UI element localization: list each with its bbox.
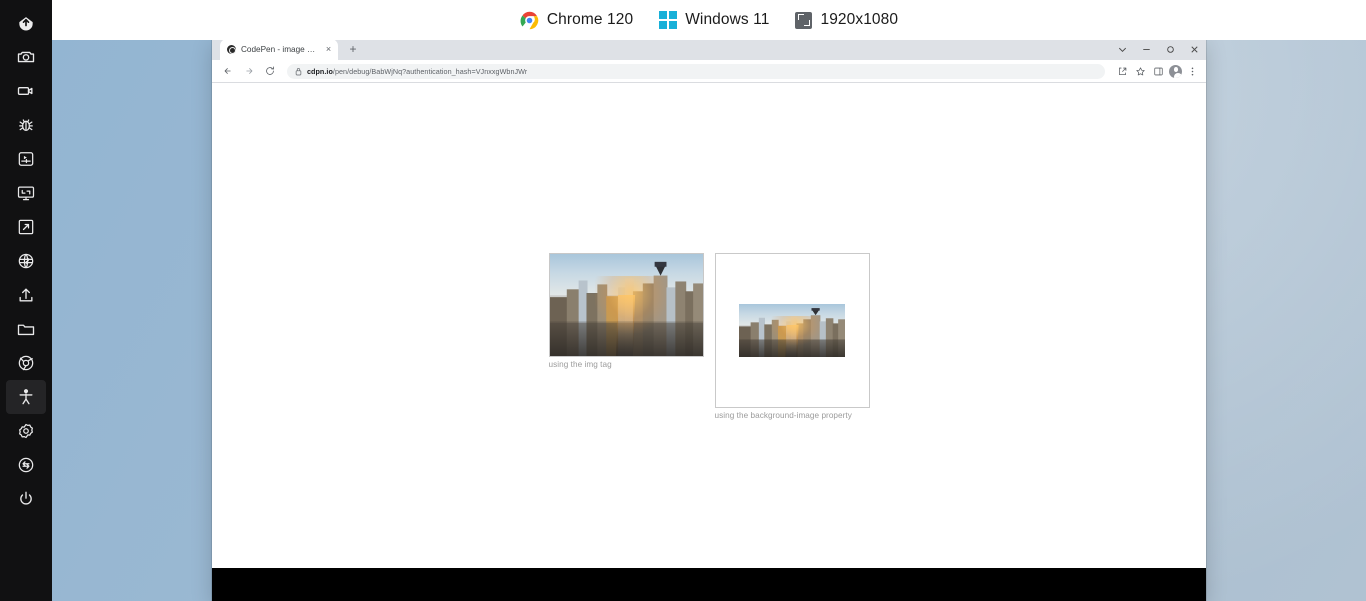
bug-icon[interactable] [6, 108, 46, 142]
chrome-browser-window: CodePen - image container × + [212, 38, 1206, 601]
figure-row: using the img tag [549, 253, 870, 420]
folder-icon[interactable] [6, 312, 46, 346]
lock-icon [295, 67, 302, 76]
bookmark-star-icon[interactable] [1133, 64, 1148, 79]
windows-icon [659, 11, 677, 29]
reload-icon[interactable] [262, 63, 278, 79]
media-controls-icon[interactable] [6, 142, 46, 176]
profile-avatar-icon[interactable] [1169, 65, 1182, 78]
env-chrome-label: Chrome 120 [547, 11, 633, 29]
codepen-icon [227, 45, 236, 54]
forward-icon[interactable] [241, 63, 257, 79]
chevron-down-icon[interactable] [1110, 38, 1134, 60]
env-resolution: 1920x1080 [795, 11, 898, 29]
photo-foreground [739, 339, 845, 357]
toolbar-right-icons [1115, 64, 1200, 79]
screen-root: Chrome 120 Windows 11 1920x1080 CodePen … [0, 0, 1366, 601]
bottom-black-bar [212, 568, 1206, 601]
environment-infobar: Chrome 120 Windows 11 1920x1080 [52, 0, 1366, 40]
tab-close-icon[interactable]: × [323, 44, 334, 55]
background-image-figure: using the background-image property [715, 253, 870, 420]
city-photo-background [739, 304, 845, 357]
background-image-caption: using the background-image property [715, 411, 870, 420]
url-path: /pen/debug/BabWjNq?authentication_hash=V… [333, 67, 527, 76]
accessibility-icon[interactable] [6, 380, 46, 414]
env-os-version: Windows 11 [659, 11, 769, 29]
power-icon[interactable] [6, 482, 46, 516]
camera-icon[interactable] [6, 40, 46, 74]
img-tag-figure: using the img tag [549, 253, 704, 369]
img-tag-caption: using the img tag [549, 360, 704, 369]
address-bar-url: cdpn.io/pen/debug/BabWjNq?authentication… [307, 67, 527, 76]
tab-title: CodePen - image container [241, 45, 318, 54]
logo-icon[interactable] [6, 6, 46, 40]
activity-sidebar [0, 0, 52, 601]
side-panel-icon[interactable] [1151, 64, 1166, 79]
upload-icon[interactable] [6, 278, 46, 312]
gear-icon[interactable] [6, 414, 46, 448]
browser-toolbar: cdpn.io/pen/debug/BabWjNq?authentication… [212, 60, 1206, 83]
back-icon[interactable] [220, 63, 236, 79]
chrome-icon [520, 11, 539, 30]
maximize-icon[interactable] [1158, 38, 1182, 60]
three-dot-menu-icon[interactable] [1185, 64, 1200, 79]
page-viewport: using the img tag [212, 83, 1206, 568]
url-domain: cdpn.io [307, 67, 333, 76]
address-bar[interactable]: cdpn.io/pen/debug/BabWjNq?authentication… [287, 64, 1105, 79]
new-tab-button[interactable]: + [343, 39, 363, 59]
chrome-icon[interactable] [6, 346, 46, 380]
codepen-demo-content: using the img tag [212, 83, 1206, 568]
sync-icon[interactable] [6, 448, 46, 482]
monitor-icon[interactable] [6, 176, 46, 210]
minimize-icon[interactable] [1134, 38, 1158, 60]
browser-tab-codepen[interactable]: CodePen - image container × [220, 39, 338, 60]
photo-foreground [550, 321, 703, 356]
env-chrome-version: Chrome 120 [520, 11, 633, 30]
env-os-label: Windows 11 [685, 11, 769, 29]
env-resolution-label: 1920x1080 [820, 11, 898, 29]
city-photo-img-tag [549, 253, 704, 357]
expand-icon[interactable] [6, 210, 46, 244]
globe-icon[interactable] [6, 244, 46, 278]
close-icon[interactable] [1182, 38, 1206, 60]
video-camera-icon[interactable] [6, 74, 46, 108]
resolution-icon [795, 12, 812, 29]
share-icon[interactable] [1115, 64, 1130, 79]
window-controls [1110, 38, 1206, 60]
tab-strip: CodePen - image container × + [212, 38, 1206, 60]
background-image-box [715, 253, 870, 408]
